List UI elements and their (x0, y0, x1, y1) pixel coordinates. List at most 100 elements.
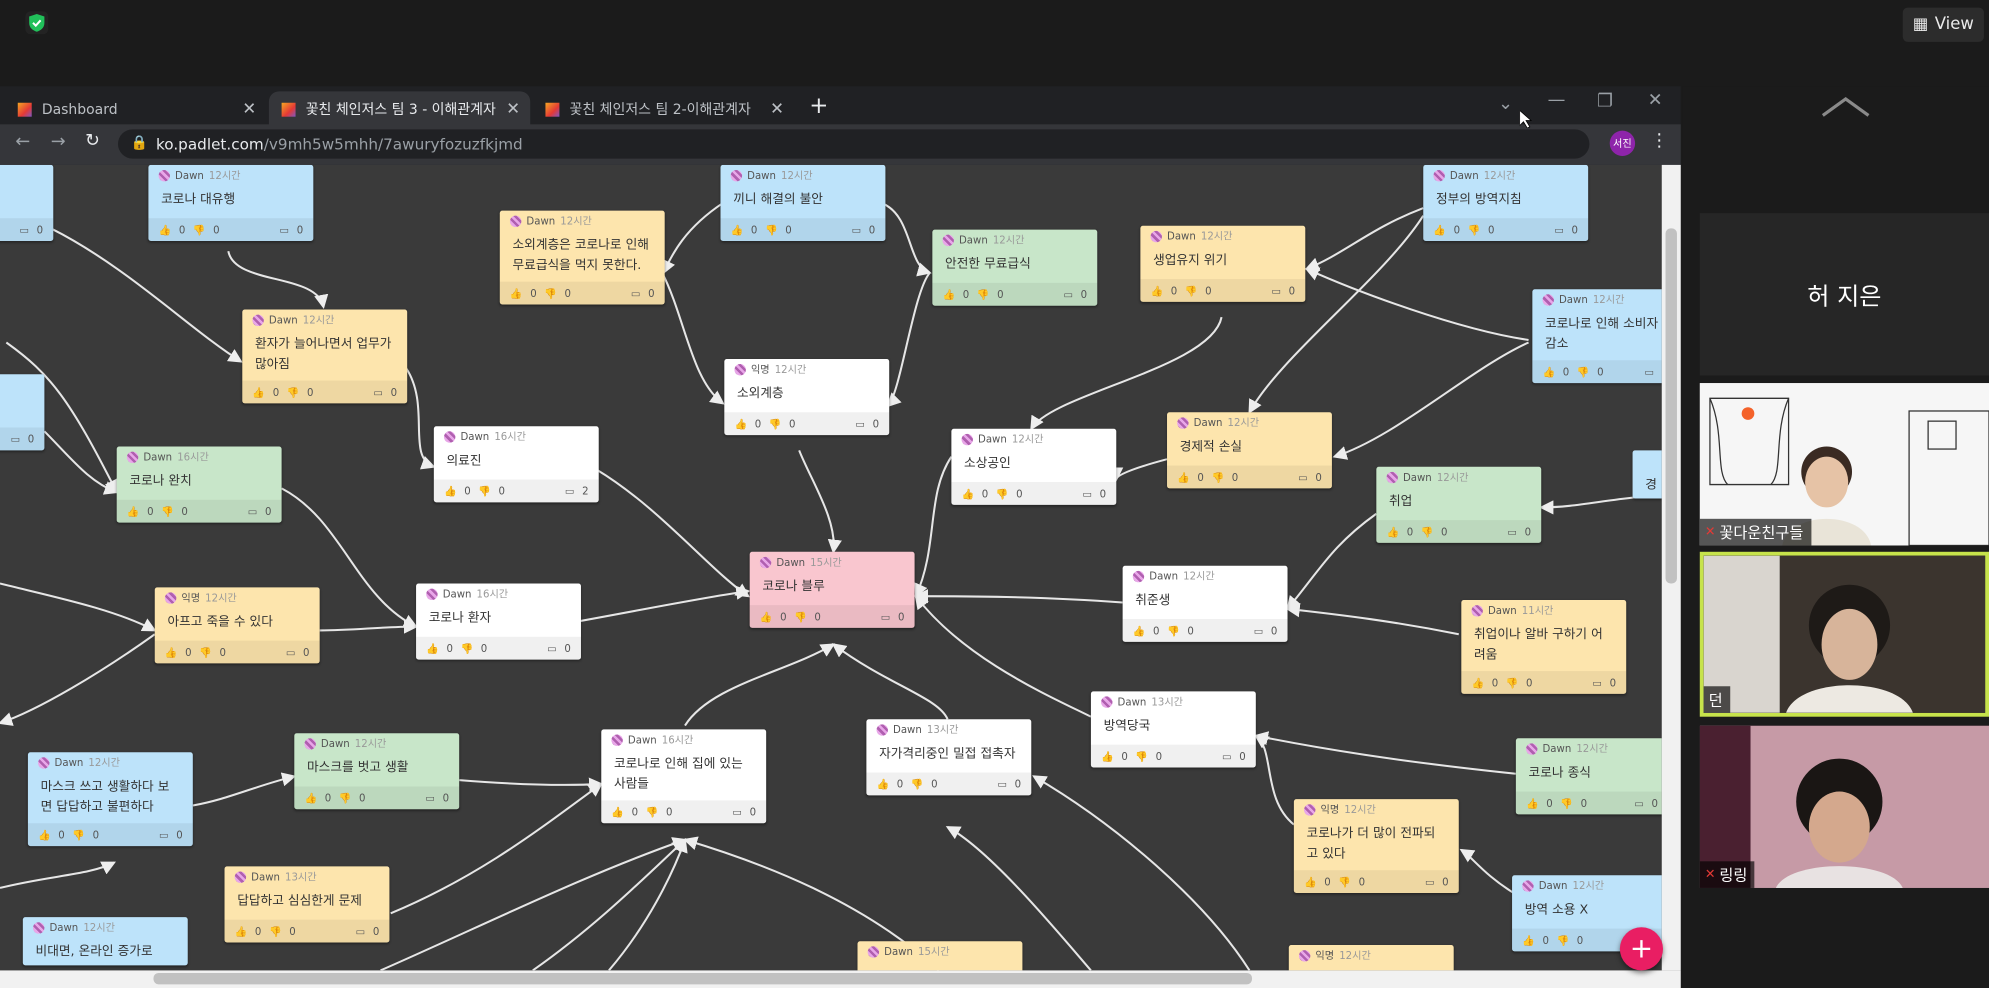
thumbs-up-icon[interactable]: 👍 (252, 386, 265, 397)
thumbs-up-icon[interactable]: 👍 (734, 418, 747, 429)
url-field[interactable]: 🔒 ko.padlet.com/v9mh5w5mhh/7awuryfozuzfk… (117, 129, 1590, 159)
thumbs-up-icon[interactable]: 👍 (444, 485, 457, 496)
thumbs-down-icon[interactable]: 👎 (1135, 750, 1148, 761)
thumbs-up-icon[interactable]: 👍 (1471, 677, 1484, 688)
post-card[interactable]: Dawn 12시간 취준생 👍 0 👎 0 ▭ 0 (1122, 565, 1288, 642)
thumbs-up-icon[interactable]: 👍 (159, 224, 172, 235)
post-card[interactable]: Dawn 15시간 코로나 블루 👍 0 👎 0 ▭ 0 (749, 551, 915, 628)
tab-team3[interactable]: 꽃친 체인저스 팀 3 - 이해관계자 ✕ (268, 91, 531, 127)
post-card[interactable]: Dawn 11시간 취업이나 알바 구하기 어려움 👍 0 👎 0 ▭ 0 (1461, 600, 1627, 694)
add-post-button[interactable]: + (1619, 927, 1664, 971)
forward-icon[interactable]: → (51, 132, 66, 152)
post-card[interactable]: Dawn 12시간 생업유지 위기 👍 0 👎 0 ▭ 0 (1140, 225, 1306, 302)
comment-icon[interactable]: ▭ (373, 386, 383, 397)
thumbs-up-icon[interactable]: 👍 (1304, 876, 1317, 887)
comment-icon[interactable]: ▭ (248, 505, 258, 516)
post-card[interactable]: 익명 12시간 (1288, 945, 1454, 971)
thumbs-up-icon[interactable]: 👍 (1133, 625, 1146, 636)
horizontal-scroll-thumb[interactable] (153, 972, 1253, 985)
comment-icon[interactable]: ▭ (1507, 526, 1517, 537)
comment-icon[interactable]: ▭ (159, 829, 169, 840)
comment-icon[interactable]: ▭ (1634, 797, 1644, 808)
thumbs-up-icon[interactable]: 👍 (1433, 224, 1446, 235)
participant-tile-name-only[interactable]: 허 지은 (1699, 213, 1989, 376)
comment-icon[interactable]: ▭ (1222, 750, 1232, 761)
post-card[interactable]: Dawn 13시간 자가격리중인 밀접 접촉자 👍 0 👎 0 ▭ 0 (866, 719, 1032, 796)
reload-icon[interactable]: ↻ (85, 131, 100, 151)
thumbs-up-icon[interactable]: 👍 (235, 925, 248, 936)
comment-icon[interactable]: ▭ (19, 224, 29, 235)
post-card[interactable]: Dawn 16시간 의료진 👍 0 👎 0 ▭ 2 (433, 426, 599, 503)
thumbs-down-icon[interactable]: 👎 (765, 224, 778, 235)
comment-icon[interactable]: ▭ (425, 792, 435, 803)
thumbs-up-icon[interactable]: 👍 (1101, 750, 1114, 761)
comment-icon[interactable]: ▭ (852, 224, 862, 235)
thumbs-down-icon[interactable]: 👎 (1211, 471, 1224, 482)
comment-icon[interactable]: ▭ (1082, 488, 1092, 499)
post-card[interactable]: Dawn 16시간 코로나로 인해 집에 있는 사람들 👍 0 👎 0 ▭ 0 (601, 729, 767, 824)
post-card[interactable]: Dawn 16시간 코로나 완치 👍 0 👎 0 ▭ 0 (116, 446, 282, 523)
new-tab-icon[interactable]: + (809, 93, 828, 120)
comment-icon[interactable]: ▭ (855, 418, 865, 429)
thumbs-down-icon[interactable]: 👎 (769, 418, 782, 429)
thumbs-up-icon[interactable]: 👍 (1526, 797, 1539, 808)
post-card[interactable]: Dawn 13시간 방역당국 👍 0 👎 0 ▭ 0 (1090, 691, 1256, 768)
thumbs-up-icon[interactable]: 👍 (1542, 366, 1555, 377)
close-icon[interactable]: ✕ (506, 100, 520, 119)
comment-icon[interactable]: ▭ (11, 433, 21, 444)
thumbs-up-icon[interactable]: 👍 (1151, 285, 1164, 296)
thumbs-down-icon[interactable]: 👎 (794, 611, 807, 622)
post-card[interactable]: Dawn 12시간 환자가 늘어나면서 업무가 많아짐 👍 0 👎 0 ▭ 0 (242, 309, 408, 404)
participant-video-1[interactable]: ✕ 꽃다운친구들 (1699, 383, 1989, 546)
thumbs-up-icon[interactable]: 👍 (304, 792, 317, 803)
profile-avatar[interactable]: 서진 (1609, 130, 1636, 157)
participant-video-2-active-speaker[interactable]: 던 (1699, 551, 1989, 717)
post-card[interactable]: Dawn 12시간 비대면, 온라인 증가로 (22, 917, 188, 966)
post-card[interactable]: Dawn 12시간 끼니 해결의 불안 👍 0 👎 0 ▭ 0 (720, 164, 886, 242)
comment-icon[interactable]: ▭ (997, 778, 1007, 789)
tab-dashboard[interactable]: Dashboard ✕ (5, 91, 266, 127)
close-icon[interactable]: ✕ (242, 100, 256, 119)
thumbs-up-icon[interactable]: 👍 (426, 642, 439, 653)
comment-icon[interactable]: ▭ (547, 642, 557, 653)
post-card[interactable]: Dawn 12시간 코로나 대유행 👍 0 👎 0 ▭ 0 (148, 164, 314, 242)
thumbs-up-icon[interactable]: 👍 (942, 289, 955, 300)
thumbs-down-icon[interactable]: 👎 (461, 642, 474, 653)
thumbs-up-icon[interactable]: 👍 (877, 778, 890, 789)
thumbs-down-icon[interactable]: 👎 (199, 646, 212, 657)
thumbs-down-icon[interactable]: 👎 (996, 488, 1009, 499)
thumbs-down-icon[interactable]: 👎 (1185, 285, 1198, 296)
participant-video-3[interactable]: ✕ 링링 (1699, 725, 1989, 888)
post-card[interactable]: Dawn 12시간 코로나로 인해 소비자 감소 👍 0 👎 0 ▭ (1532, 289, 1662, 384)
comment-icon[interactable]: ▭ (881, 611, 891, 622)
comment-icon[interactable]: ▭ (1425, 876, 1435, 887)
post-card[interactable]: Dawn 12시간 소상공인 👍 0 👎 0 ▭ 0 (951, 428, 1117, 505)
comment-icon[interactable]: ▭ (1554, 224, 1564, 235)
minimize-icon[interactable]: — (1548, 90, 1566, 110)
post-card[interactable]: Dawn 12시간 코로나 종식 👍 0 👎 0 ▭ 0 (1515, 738, 1662, 815)
thumbs-down-icon[interactable]: 👎 (478, 485, 491, 496)
comment-icon[interactable]: ▭ (1271, 285, 1281, 296)
comment-icon[interactable]: ▭ (280, 224, 290, 235)
comment-icon[interactable]: ▭ (356, 925, 366, 936)
comment-icon[interactable]: ▭ (1298, 471, 1308, 482)
comment-icon[interactable]: ▭ (286, 646, 296, 657)
post-card[interactable]: Dawn 15시간 (857, 941, 1023, 971)
thumbs-down-icon[interactable]: 👎 (1421, 526, 1434, 537)
close-window-icon[interactable]: ✕ (1648, 90, 1663, 110)
thumbs-down-icon[interactable]: 👎 (646, 806, 659, 817)
thumbs-down-icon[interactable]: 👎 (1577, 366, 1590, 377)
thumbs-up-icon[interactable]: 👍 (611, 806, 624, 817)
thumbs-up-icon[interactable]: 👍 (38, 829, 51, 840)
post-card[interactable]: Dawn 12시간 정부의 방역지침 👍 0 👎 0 ▭ 0 (1423, 164, 1589, 242)
post-card[interactable]: 경 (1632, 450, 1662, 499)
post-card[interactable]: 익명 12시간 아프고 죽을 수 있다 👍 0 👎 0 ▭ 0 (154, 587, 320, 664)
post-card[interactable]: Dawn 12시간 경제적 손실 👍 0 👎 0 ▭ 0 (1167, 412, 1332, 489)
thumbs-down-icon[interactable]: 👎 (977, 289, 990, 300)
thumbs-up-icon[interactable]: 👍 (1177, 471, 1190, 482)
thumbs-down-icon[interactable]: 👎 (1338, 876, 1351, 887)
post-card[interactable]: 익명 12시간 소외계층 👍 0 👎 0 ▭ 0 (724, 358, 890, 436)
shield-icon[interactable] (24, 10, 49, 35)
post-card[interactable]: Dawn 12시간 소외계층은 코로나로 인해 무료급식을 먹지 못한다. 👍 0 👎 0 ▭… (499, 210, 665, 305)
post-card[interactable]: Dawn 13시간 답답하고 심심한게 문제 👍 0 👎 0 ▭ 0 (224, 866, 390, 943)
